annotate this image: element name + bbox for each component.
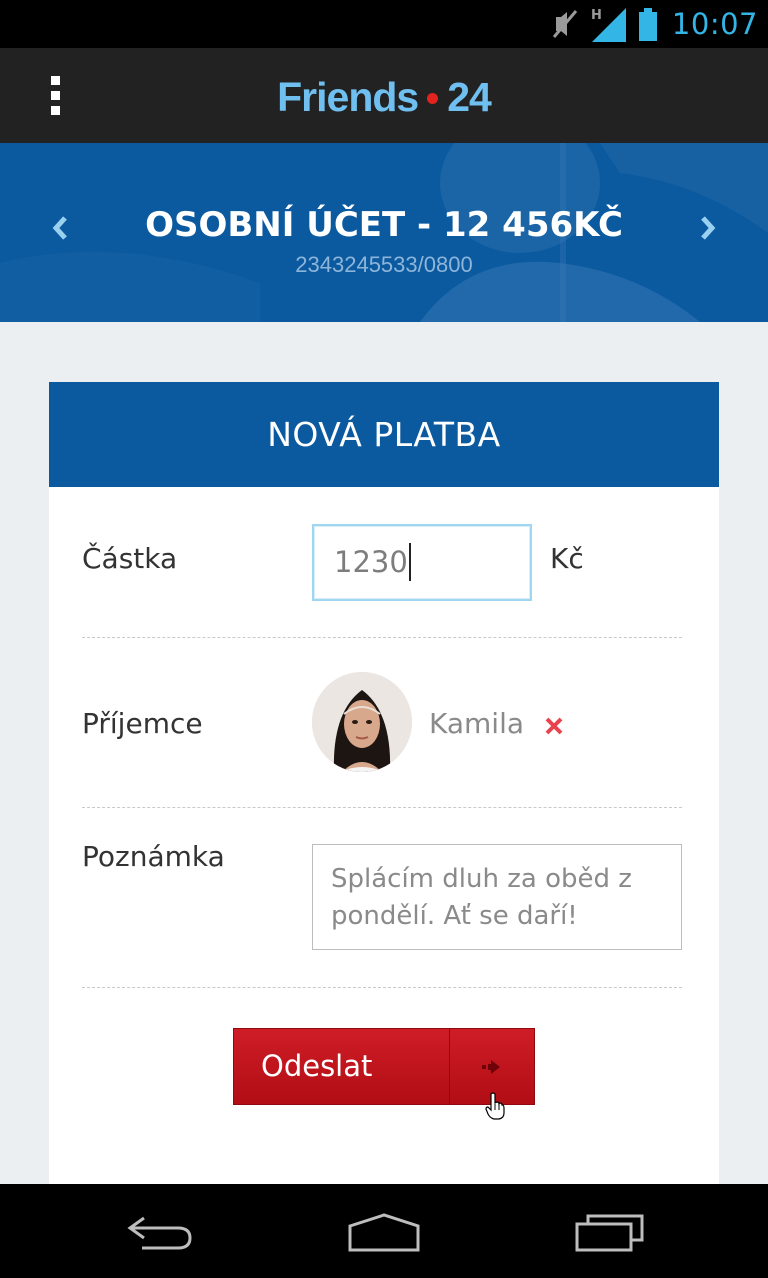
hand-pointer-icon bbox=[485, 1092, 505, 1120]
divider bbox=[82, 637, 682, 638]
payment-card: NOVÁ PLATBA Částka 1230 Kč Příjemce Kami… bbox=[49, 382, 719, 1202]
button-separator bbox=[449, 1029, 450, 1104]
status-icons: H 10:07 bbox=[550, 0, 758, 48]
card-title: NOVÁ PLATBA bbox=[49, 382, 719, 487]
recipient-label: Příjemce bbox=[82, 707, 203, 740]
logo-text-right: 24 bbox=[447, 74, 492, 120]
clock: 10:07 bbox=[671, 7, 758, 41]
note-field[interactable]: Splácím dluh za oběd z pondělí. Ať se da… bbox=[312, 844, 682, 950]
avatar-image bbox=[312, 672, 412, 772]
divider bbox=[82, 987, 682, 988]
arrow-right-icon bbox=[482, 1060, 500, 1074]
recent-apps-icon[interactable] bbox=[574, 1212, 646, 1252]
battery-icon bbox=[638, 8, 657, 41]
account-title: OSOBNÍ ÚČET - 12 456KČ bbox=[145, 205, 623, 245]
account-number: 2343245533/0800 bbox=[295, 252, 473, 277]
divider bbox=[82, 807, 682, 808]
back-icon[interactable] bbox=[124, 1212, 196, 1252]
text-caret bbox=[408, 543, 411, 581]
currency-label: Kč bbox=[550, 542, 584, 575]
logo-dot bbox=[427, 92, 439, 104]
recipient-avatar[interactable] bbox=[312, 672, 412, 772]
home-icon[interactable] bbox=[346, 1212, 422, 1252]
logo-text-left: Friends bbox=[277, 74, 419, 120]
recipient-name: Kamila bbox=[429, 707, 525, 740]
remove-recipient-icon[interactable] bbox=[544, 716, 564, 736]
note-label: Poznámka bbox=[82, 840, 225, 873]
network-type-label: H bbox=[591, 8, 602, 23]
status-bar: H 10:07 bbox=[0, 0, 768, 48]
navigation-bar bbox=[0, 1184, 768, 1278]
amount-label: Částka bbox=[82, 542, 178, 575]
chevron-right-icon[interactable] bbox=[696, 213, 720, 243]
amount-input[interactable]: 1230 bbox=[312, 524, 532, 601]
signal-icon: H bbox=[591, 8, 626, 42]
send-button-label: Odeslat bbox=[261, 1049, 373, 1083]
amount-value: 1230 bbox=[334, 545, 408, 579]
action-bar: Friends 24 bbox=[0, 48, 768, 143]
app-logo: Friends 24 bbox=[0, 74, 768, 121]
account-banner: OSOBNÍ ÚČET - 12 456KČ 2343245533/0800 bbox=[0, 143, 768, 322]
mute-icon bbox=[552, 10, 578, 38]
